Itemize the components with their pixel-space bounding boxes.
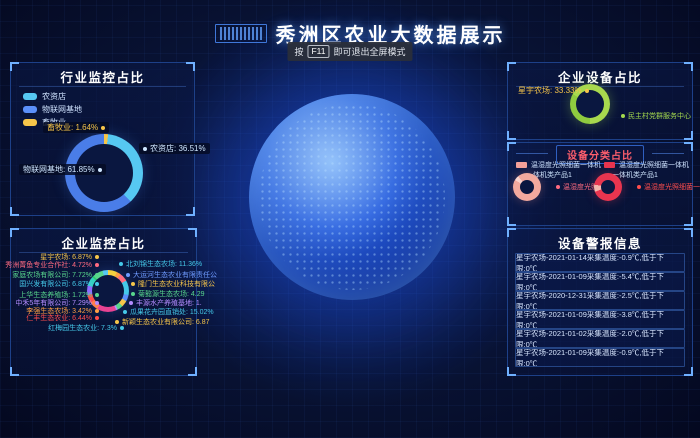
device-class-donut-left[interactable] [513,173,541,201]
corner-accent [684,142,693,151]
chart-label: 温湿度光照细菌一 [637,183,700,192]
legend-label: 农资店 [42,91,66,102]
chart-label: 隆门生态农业科技有限公 [131,280,215,289]
panel-title: 设备警报信息 [508,233,692,252]
corner-accent [10,207,19,216]
legend-label: 物联网基地 [42,104,82,115]
corner-accent [10,367,19,376]
corner-accent [507,131,516,140]
tooltip-text: 即可退出全屏模式 [334,45,406,58]
alarm-row: 星宇农场-2020-12-31采集温度:-2.5℃,低于下限:0℃ [515,291,685,310]
brand-logo [215,24,267,43]
legend-item-nongzidian[interactable]: 农资店 [23,91,82,101]
tooltip-text: 按 [294,45,303,58]
panel-title: 企业监控占比 [11,233,196,252]
legend-label: 温湿度光照细菌一体机 [619,160,689,170]
corner-accent [684,131,693,140]
dashboard: 秀洲区农业大数据展示 按 F11 即可退出全屏模式 行业监控占比 农资店 物联网… [0,0,700,438]
corner-accent [507,142,516,151]
chart-label: 菊懿源生态农场: 4.29 [131,290,205,299]
corner-accent [507,217,516,226]
alarm-row: 星宇农场-2021-01-09采集温度:-5.4℃,低于下限:0℃ [515,272,685,291]
chart-label: 家庭农场有限公司: 7.72% [12,271,99,280]
legend-item-yitiji[interactable]: 温湿度光照细菌一体机 [604,160,689,170]
globe [249,94,455,300]
chart-label: 星宇农场: 33.33% [518,86,589,95]
chart-label: 民主村党群服务中心 [621,112,691,121]
corner-accent [684,217,693,226]
donut-hole [520,180,534,194]
panel-device-class: 设备分类占比 温湿度光照细菌一体机 一体机类产品1 温湿度光照细菌一 温湿度光照… [507,142,693,226]
donut-hole [601,180,615,194]
panel-title: 企业设备占比 [508,67,692,86]
legend-label: 温湿度光照细菌一体机 [531,160,601,170]
title-sideline [652,153,684,154]
alarm-row: 星宇农场-2021-01-14采集温度:-0.9℃,低于下限:0℃ [515,253,685,272]
fullscreen-tooltip: 按 F11 即可退出全屏模式 [287,42,412,61]
legend-item-wulianwang[interactable]: 物联网基地 [23,104,82,114]
chart-label: 丰源水产养殖基地: 1. [129,299,202,308]
chart-label: 大运河生态农业有限责任公 [126,271,217,280]
legend-item-yitiji[interactable]: 温湿度光照细菌一体机 [516,160,601,170]
chart-label: 红梅园生态农业: 7.3% [48,324,124,333]
panel-device-alarms: 设备警报信息 星宇农场-2021-01-14采集温度:-0.9℃,低于下限:0℃… [507,228,693,376]
chart-label: 国兴发有限公司: 6.87% [19,280,99,289]
corner-accent [188,367,197,376]
chart-label: 物联网基地: 61.85% [19,164,106,175]
chart-label: 瓜果花卉园直销处: 15.02% [123,308,214,317]
chart-label: 农资店: 36.51% [139,143,210,154]
chart-label: 新颖生态农业有限公司: 6.87 [115,318,210,327]
divider [19,86,186,87]
panel-title: 行业监控占比 [11,67,194,86]
alarm-row: 星宇农场-2021-01-09采集温度:-3.8℃,低于下限:0℃ [515,310,685,329]
chart-label: 仁丰生态农业: 6.44% [26,314,99,323]
panel-industry-monitor: 行业监控占比 农资店 物联网基地 畜牧业 畜牧业: 1.64% 农资店: 36.… [10,62,195,216]
panel-device-ratio: 企业设备占比 星宇农场: 33.33% 民主村党群服务中心 [507,62,693,140]
chart-label: 畜牧业: 1.64% [43,122,109,133]
chart-label: 北刘锦生态农场: 11.36% [119,260,202,269]
title-sideline [516,153,548,154]
device-class-donut-right[interactable] [594,173,622,201]
corner-accent [684,367,693,376]
corner-accent [186,207,195,216]
f11-key: F11 [307,45,329,58]
alarm-row: 星宇农场-2021-01-02采集温度:-2.0℃,低于下限:0℃ [515,329,685,348]
corner-accent [507,367,516,376]
chart-label: 秀洲菁鱼专业合作社: 4.72% [5,261,99,270]
alarm-row: 星宇农场-2021-01-09采集温度:-0.9℃,低于下限:0℃ [515,348,685,367]
panel-enterprise-monitor: 企业监控占比 星宇农场: 6.87% 秀洲菁鱼专业合作社: 4.72% 家庭农场… [10,228,197,376]
